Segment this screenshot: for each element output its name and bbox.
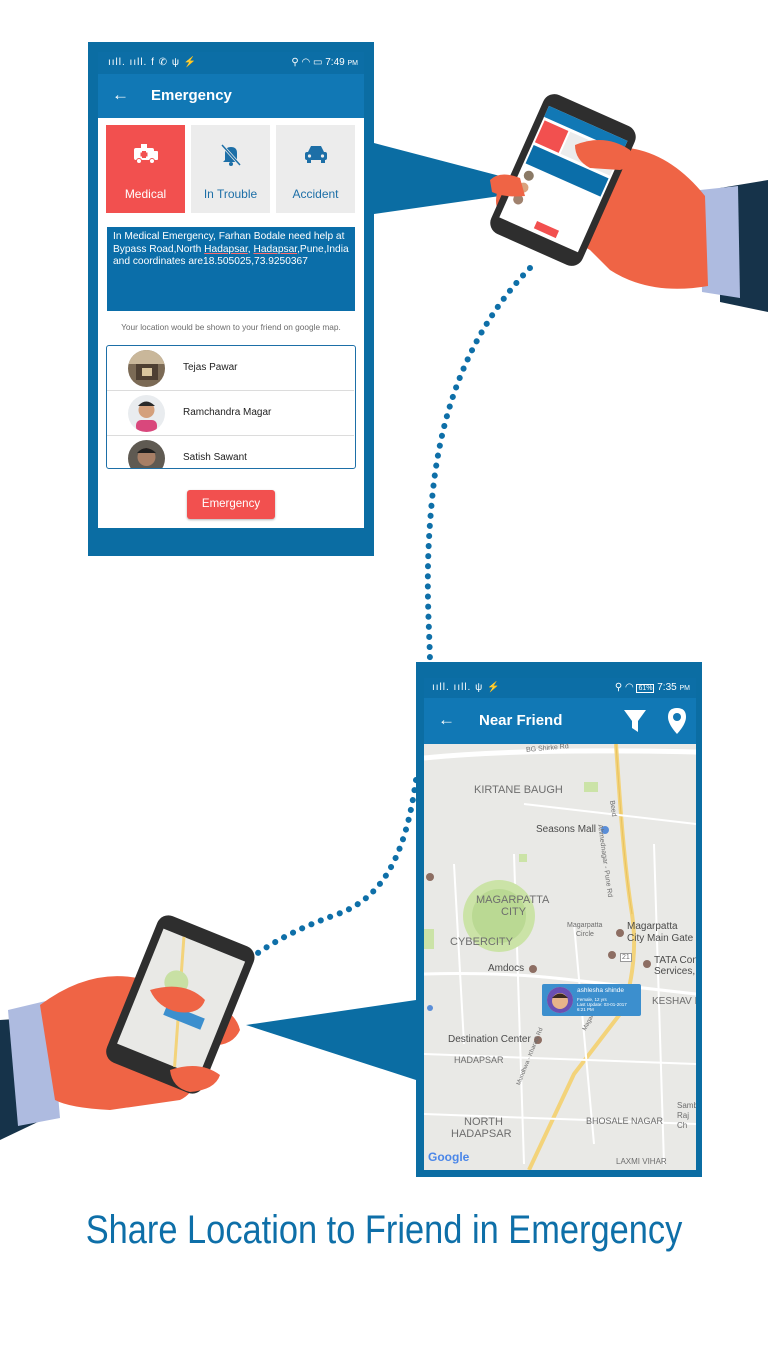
status-icons: ııll. ııll. f ✆ ψ ⚡ [108,57,198,68]
map-label: Seasons Mall [536,824,597,835]
toolbar: ← Emergency [98,74,364,118]
avatar [128,350,165,387]
friend-location-marker[interactable]: ashlesha shinde Female, 12 yrs Last Upda… [542,984,641,1016]
map-label: KESHAV NA [652,996,696,1007]
category-medical[interactable]: Medical [106,125,185,213]
map-label: BHOSALE NAGAR [586,1116,664,1126]
wifi-icon: ◠ [624,682,634,693]
friend-list[interactable]: Tejas Pawar Ramchandra Magar Satish Sawa… [106,345,356,469]
near-friend-screen: ııll. ııll. ψ ⚡ ⚲ ◠ 61% 7:35 PM ← Near F… [424,678,696,1170]
message-text-flagged: Hadapsar [204,243,248,255]
map-pin-icon[interactable] [667,707,687,740]
map-label: Raj [677,1111,690,1120]
friend-name: Satish Sawant [183,452,247,463]
page-title: Near Friend [479,712,563,729]
category-label: Accident [292,187,339,201]
category-in-trouble[interactable]: In Trouble [191,125,270,213]
map-label: HADAPSAR [454,1055,504,1065]
wifi-icon: ◠ [301,57,311,68]
battery-level: 61% [636,684,655,693]
map-label: Services, [654,966,696,977]
category-label: Medical [124,187,167,201]
map-label: Destination Center [448,1034,531,1045]
emergency-screen: ııll. ııll. f ✆ ψ ⚡ ⚲ ◠ ▭ 7:49 PM ← Emer… [98,52,364,528]
map-label: Amdocs [488,963,525,974]
map-label: Magarpatta [627,921,678,932]
google-logo: Google [428,1150,470,1164]
avatar [547,987,573,1013]
status-bar: ııll. ııll. f ✆ ψ ⚡ ⚲ ◠ ▭ 7:49 PM [98,52,364,74]
map-label: Ch [677,1121,688,1130]
friend-row[interactable]: Tejas Pawar [107,346,354,391]
friend-row[interactable]: Satish Sawant [107,436,354,468]
location-status-icon: ⚲ [291,57,299,68]
map-label: MAGARPATTA [476,894,550,906]
map-label: Circle [576,931,594,938]
map-label: City Main Gate [627,933,694,944]
emergency-button[interactable]: Emergency [187,490,275,519]
map-label: Beed [608,800,618,818]
bell-off-icon [191,143,270,169]
status-time: 7:49 [325,57,345,68]
status-icons: ııll. ııll. ψ ⚡ [432,682,501,693]
back-arrow-icon[interactable]: ← [438,710,455,730]
map-label: TATA Con [654,955,696,966]
friend-row[interactable]: Ramchandra Magar [107,391,354,436]
map-label: HADAPSAR [451,1128,512,1140]
status-clock: ⚲ ◠ ▭ 7:49 PM [291,57,358,68]
avatar [128,440,165,468]
friend-name: Ramchandra Magar [183,407,272,418]
location-info-text: Your location would be shown to your fri… [121,322,341,332]
map-label: LAXMI VIHAR [616,1157,667,1166]
map-label: NORTH [464,1116,503,1128]
map-label: Samb [677,1101,696,1110]
car-icon [276,143,355,169]
category-label: In Trouble [203,187,258,201]
status-clock: ⚲ ◠ 61% 7:35 PM [615,682,690,693]
friend-meta: Female, 12 yrs Last Update: 03-01-2017 6… [577,997,627,1013]
friend-name: Tejas Pawar [183,362,238,373]
message-text-flagged: Hadapsar [253,243,298,255]
map-label: Magarpatta [567,922,603,929]
avatar [128,395,165,432]
status-time: 7:35 [657,682,677,693]
ambulance-icon [106,143,185,169]
friend-last-update-time: 6:21 PM [577,1007,594,1013]
category-accident[interactable]: Accident [276,125,355,213]
page-title: Emergency [151,87,232,104]
status-ampm: PM [679,685,691,692]
map-label: CITY [501,906,527,918]
battery-icon: ▭ [313,57,323,68]
emergency-message-field[interactable]: In Medical Emergency, Farhan Bodale need… [107,227,355,311]
map-label: BG Shirke Rd [525,743,570,754]
location-status-icon: ⚲ [614,682,623,693]
map-label: KIRTANE BAUGH [474,784,563,796]
map-labels: BG Shirke Rd KIRTANE BAUGH Seasons Mall … [424,743,696,1170]
tagline: Share Location to Friend in Emergency [85,1208,683,1252]
status-ampm: PM [347,60,359,67]
filter-icon[interactable] [623,708,647,739]
back-arrow-icon[interactable]: ← [112,85,129,105]
map-label: CYBERCITY [450,936,513,948]
map-label: Ahmednagar - Pune Rd [596,824,614,898]
status-bar: ııll. ııll. ψ ⚡ ⚲ ◠ 61% 7:35 PM [424,678,696,698]
toolbar: ← Near Friend [424,698,696,744]
map-label: 21 [620,953,632,962]
friend-name: ashlesha shinde [577,987,624,994]
